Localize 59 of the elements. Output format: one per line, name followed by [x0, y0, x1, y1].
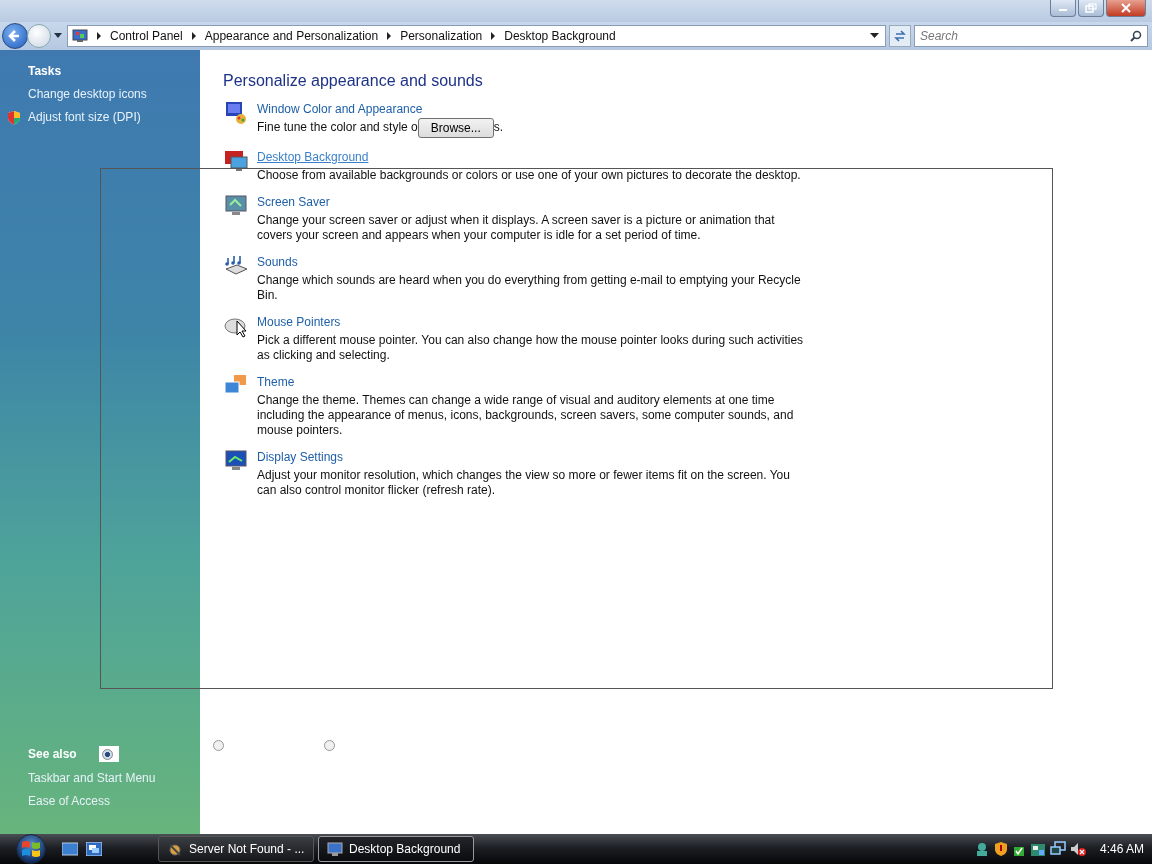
breadcrumb-item[interactable]: Control Panel	[110, 29, 183, 43]
see-also-heading: See also	[28, 747, 77, 761]
settings-link[interactable]: Display Settings	[257, 450, 344, 464]
settings-link[interactable]: Mouse Pointers	[257, 315, 341, 329]
close-button[interactable]	[1106, 0, 1146, 17]
minimize-button[interactable]	[1050, 0, 1076, 17]
refresh-button[interactable]	[889, 25, 911, 47]
breadcrumb-item[interactable]: Personalization	[400, 29, 483, 43]
settings-link[interactable]: Screen Saver	[257, 195, 330, 209]
paint-palette-icon	[223, 100, 249, 126]
setting-description: Choose from available backgrounds or colors or use one of your own pictures to decorate the desktop.	[257, 168, 801, 183]
radio-button[interactable]	[324, 740, 335, 751]
taskbar-button[interactable]: Server Not Found - ...	[158, 836, 314, 862]
back-button[interactable]	[2, 23, 28, 49]
monitor-icon	[327, 841, 343, 857]
browse-button[interactable]: Browse...	[417, 118, 494, 138]
network-computers-icon[interactable]	[1049, 841, 1066, 857]
chevron-icon[interactable]	[96, 32, 102, 40]
restore-icon	[1085, 3, 1097, 13]
setting-description: Change the theme. Themes can change a wide range of visual and auditory elements at one time including the appearance of menus, icons, backgrounds, screen savers, some computer sounds, and mouse pointers.	[257, 393, 795, 438]
task-link[interactable]: Change desktop icons	[28, 87, 147, 101]
settings-link[interactable]: Window Color and Appearance	[257, 102, 423, 116]
setting-description: Adjust your monitor resolution, which changes the view so more or fewer items fit on the screen. You can also control monitor flicker (refresh rate).	[257, 468, 791, 498]
chevron-icon[interactable]	[190, 32, 197, 40]
close-icon	[1120, 3, 1132, 13]
breadcrumb-item[interactable]: Desktop Background	[504, 29, 616, 43]
settings-link[interactable]: Sounds	[257, 255, 298, 269]
muted-speaker-icon[interactable]	[1069, 841, 1086, 857]
network-icon[interactable]	[1029, 841, 1046, 857]
chevron-icon[interactable]	[386, 32, 393, 40]
dropdown-caret-icon[interactable]	[870, 33, 879, 39]
settings-link[interactable]: Desktop Background	[257, 150, 369, 164]
window-switch-icon[interactable]	[86, 842, 102, 856]
search-field[interactable]: Search	[914, 25, 1148, 47]
radio-button[interactable]	[213, 740, 224, 751]
monitor-icon	[223, 148, 249, 174]
task-link[interactable]: Adjust font size (DPI)	[28, 110, 141, 124]
description-fragment: s.	[493, 120, 504, 135]
windows-logo-icon	[20, 838, 42, 860]
address-bar[interactable]: Control Panel Appearance and Personalization Personalization Desktop Background	[67, 25, 886, 47]
chevron-icon[interactable]	[490, 32, 497, 40]
setting-description: Change which sounds are heard when you do everything from getting e-mail to emptying your Recycle Bin.	[257, 273, 802, 303]
setting-description: Fine tune the color and style o	[257, 120, 418, 135]
taskbar-button[interactable]: Desktop Background	[318, 836, 474, 862]
breadcrumb-item[interactable]: Appearance and Personalization	[204, 29, 379, 43]
restore-button[interactable]	[1078, 0, 1104, 17]
search-icon	[1130, 30, 1142, 42]
clock[interactable]: 4:46 AM	[1099, 842, 1144, 856]
setting-description: Change your screen saver or adjust when it displays. A screen saver is a picture or animation that covers your screen and appears when your computer is idle for a set period of time.	[257, 213, 776, 243]
dropdown-caret-icon[interactable]	[54, 33, 62, 39]
refresh-icon	[893, 29, 907, 43]
start-button[interactable]	[16, 834, 46, 864]
control-panel-icon	[72, 29, 88, 43]
setting-description: Pick a different mouse pointer. You can also change how the mouse pointer looks during such activities as clicking and selecting.	[257, 333, 805, 363]
tasks-heading: Tasks	[28, 64, 63, 78]
page-title: Personalize appearance and sounds	[223, 72, 484, 90]
settings-link[interactable]: Theme	[257, 375, 295, 389]
shield-icon[interactable]	[993, 841, 1008, 857]
radio-button[interactable]	[98, 746, 119, 762]
